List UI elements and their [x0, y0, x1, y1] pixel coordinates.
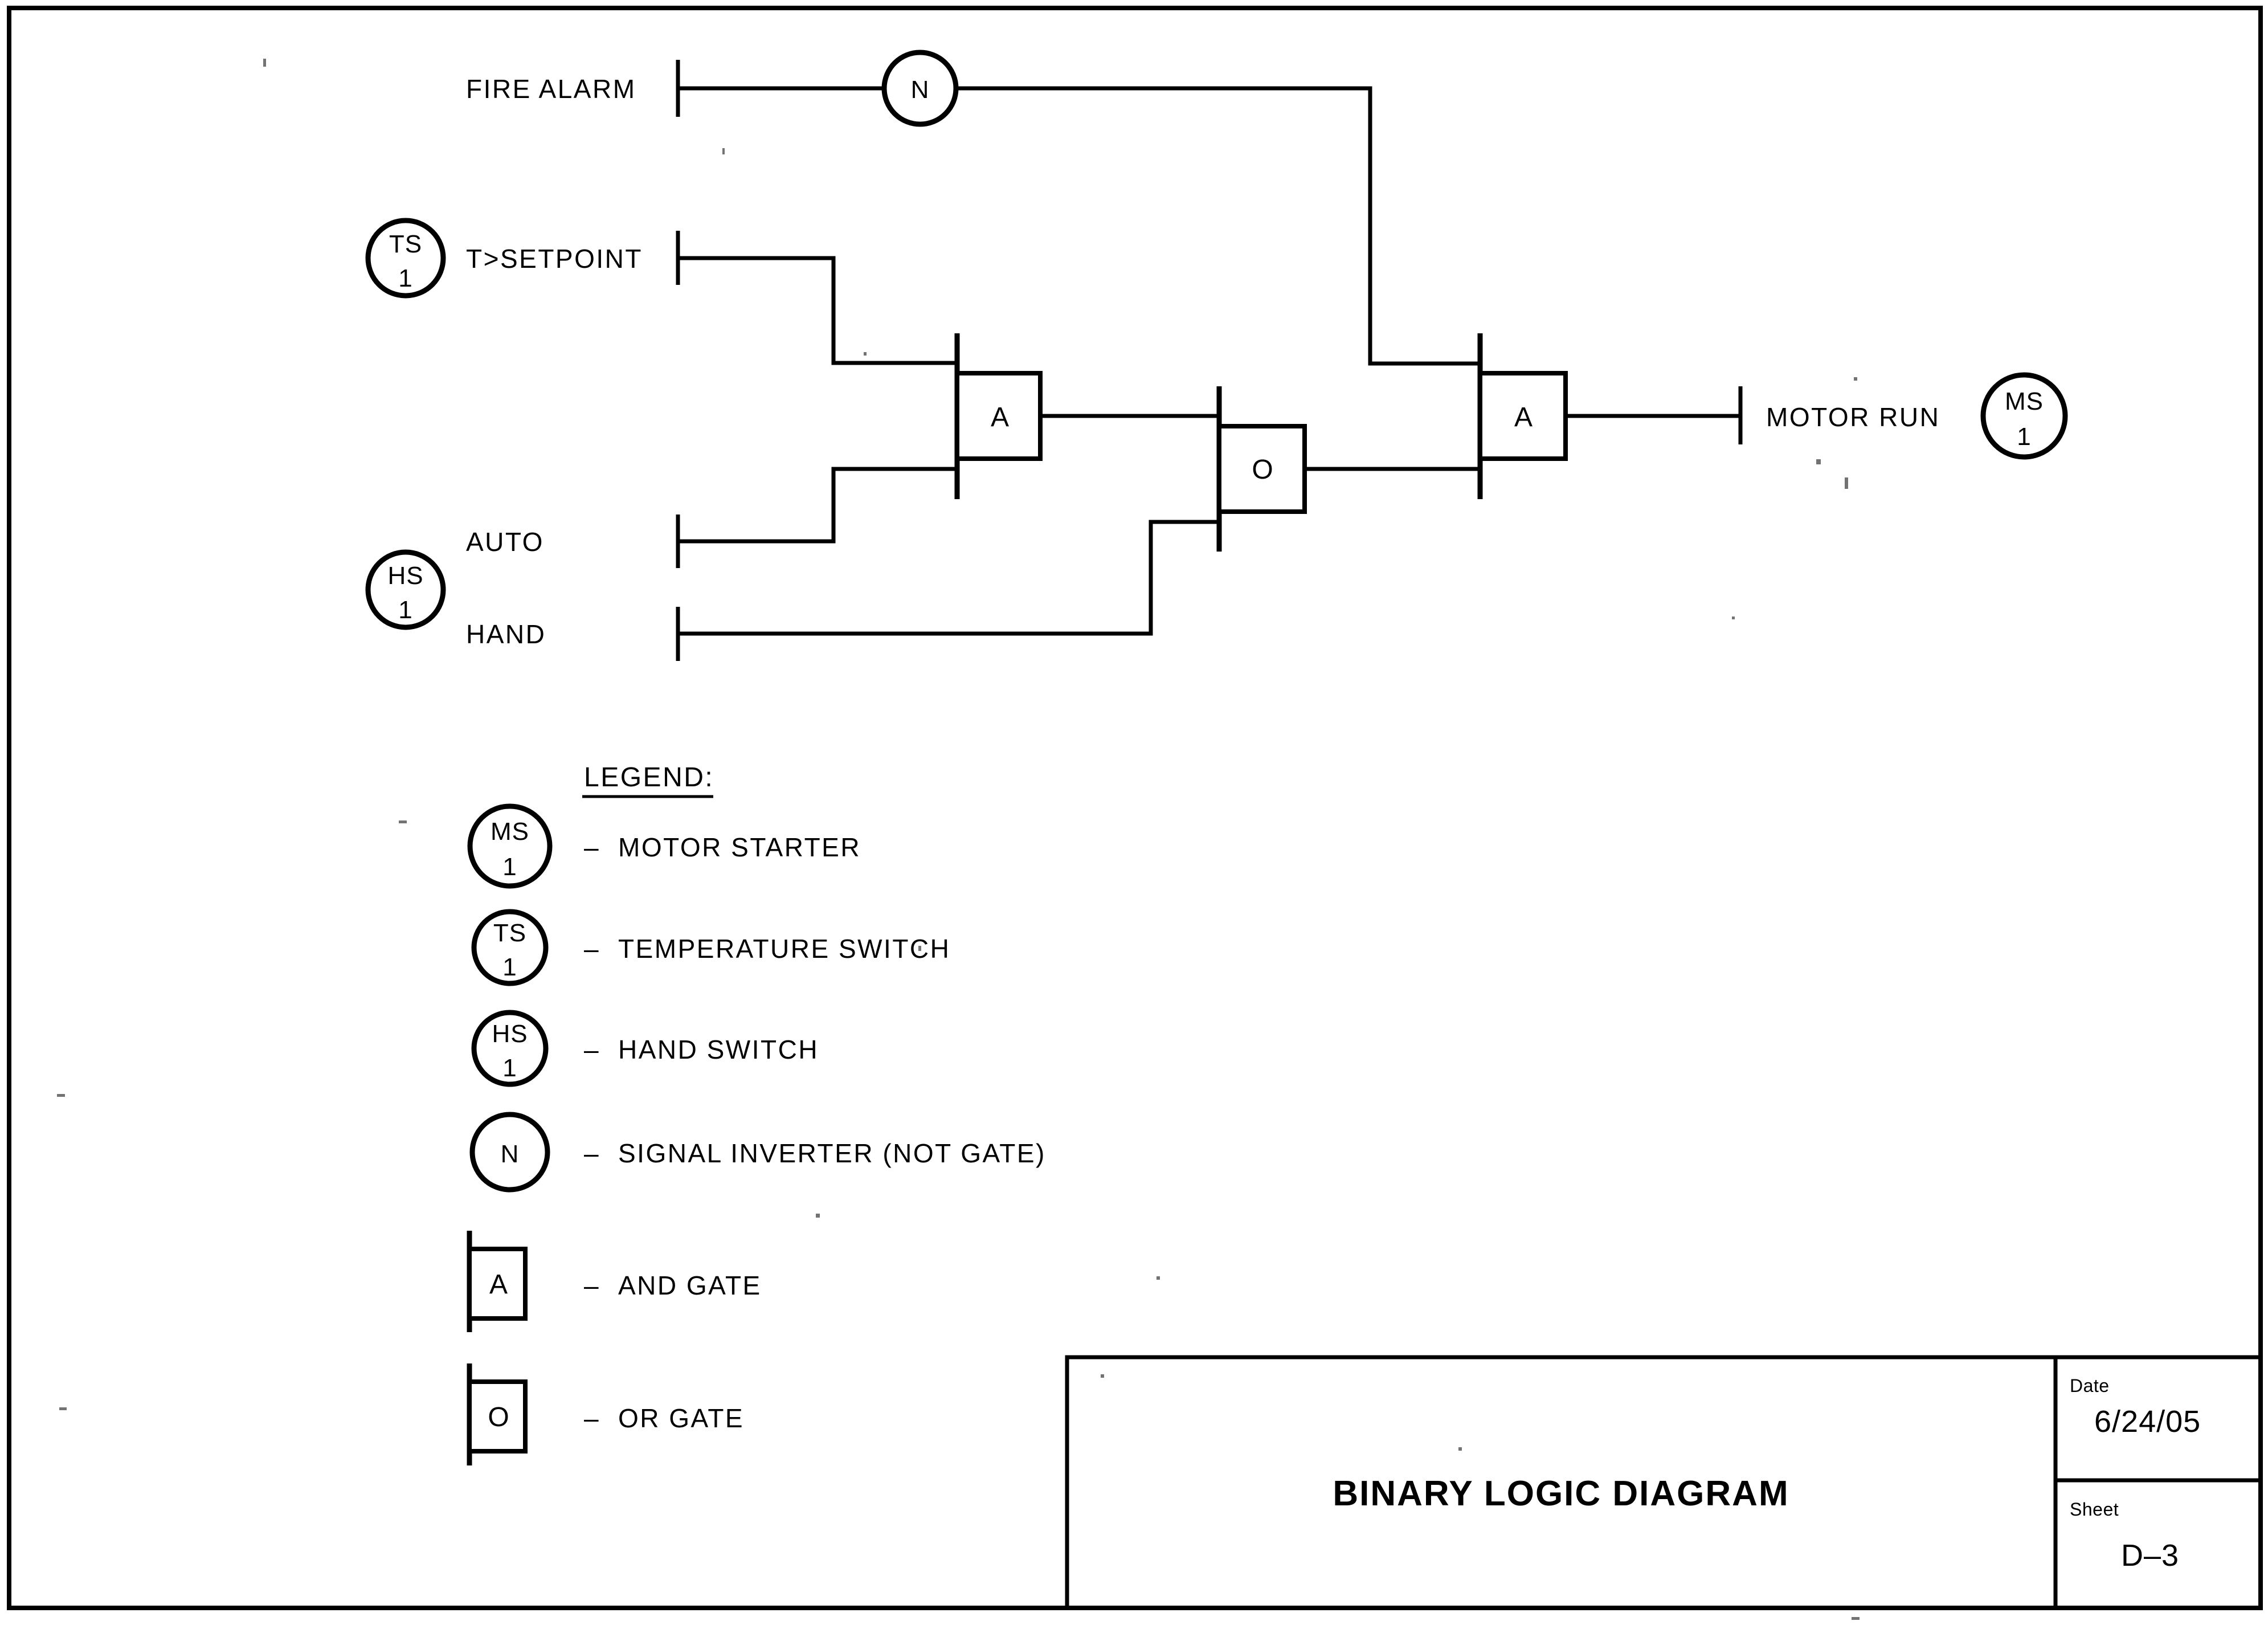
legend-symbol-hs-top: HS [492, 1020, 528, 1048]
legend-symbol-ts-bottom: 1 [502, 953, 517, 981]
legend-label-or-gate: OR GATE [618, 1403, 744, 1433]
wire-auto-to-and1 [676, 467, 958, 544]
sheet-border [7, 6, 2263, 1610]
legend-symbol-or-char: O [488, 1402, 509, 1432]
gate-and-1-symbol: A [991, 402, 1009, 432]
tag-ts-bottom-label: 1 [398, 264, 412, 292]
gate-and-2-symbol: A [1514, 402, 1533, 432]
legend-dash-4: – [584, 1271, 600, 1300]
legend-symbol-hs-bottom: 1 [502, 1054, 517, 1082]
tag-hs-top-label: HS [387, 562, 423, 590]
signal-label-auto: AUTO [466, 527, 544, 557]
scan-speckles [57, 59, 1860, 1620]
signal-label-motor-run: MOTOR RUN [1766, 402, 1940, 432]
legend-symbol-n-top: N [501, 1140, 520, 1168]
legend-symbol-ms-top: MS [491, 818, 529, 846]
legend-dash-3: – [584, 1138, 600, 1168]
legend-label-hand-switch: HAND SWITCH [618, 1035, 819, 1064]
legend-dash-0: – [584, 832, 600, 862]
legend-dash-2: – [584, 1035, 600, 1064]
legend-symbol-ts-top: TS [493, 919, 526, 947]
legend-symbol-ms-bottom: 1 [502, 853, 517, 881]
binary-logic-drawing: N TS 1 A HS 1 O A MS 1 FIRE ALARM T>SETP… [7, 6, 2263, 1620]
drawing-sheet: N TS 1 A HS 1 O A MS 1 FIRE ALARM T>SETP… [0, 0, 2268, 1629]
title-block-date-value: 6/24/05 [2094, 1405, 2201, 1439]
legend-symbol-and-char: A [489, 1269, 508, 1300]
title-block-title: BINARY LOGIC DIAGRAM [1333, 1474, 1789, 1513]
tag-ms-top-label: MS [2005, 387, 2044, 415]
title-block-date-label: Date [2070, 1375, 2110, 1396]
title-block-sheet-value: D–3 [2121, 1538, 2179, 1573]
legend-label-temperature-switch: TEMPERATURE SWITCH [618, 934, 950, 963]
wire-hand-to-or1 [676, 520, 1220, 636]
signal-label-t-setpoint: T>SETPOINT [466, 244, 643, 273]
tag-hs-bottom-label: 1 [398, 596, 412, 624]
legend-dash-1: – [584, 934, 600, 963]
legend-dash-5: – [584, 1403, 600, 1433]
signal-label-hand: HAND [466, 619, 546, 649]
legend-label-motor-starter: MOTOR STARTER [618, 832, 861, 862]
legend-label-and-gate: AND GATE [618, 1271, 762, 1300]
legend-title: LEGEND: [584, 762, 714, 793]
tag-ts-top-label: TS [389, 230, 422, 258]
tag-ms-bottom-label: 1 [2017, 423, 2031, 451]
inverter-symbol-label: N [911, 76, 930, 104]
legend-label-signal-inverter: SIGNAL INVERTER (NOT GATE) [618, 1138, 1046, 1168]
gate-or-1-symbol: O [1252, 455, 1273, 485]
signal-label-fire-alarm: FIRE ALARM [466, 74, 636, 104]
wire-inverter-to-and2 [954, 86, 1481, 366]
title-block-sheet-label: Sheet [2070, 1499, 2119, 1520]
wire-t-setpoint-to-and1 [676, 256, 958, 365]
